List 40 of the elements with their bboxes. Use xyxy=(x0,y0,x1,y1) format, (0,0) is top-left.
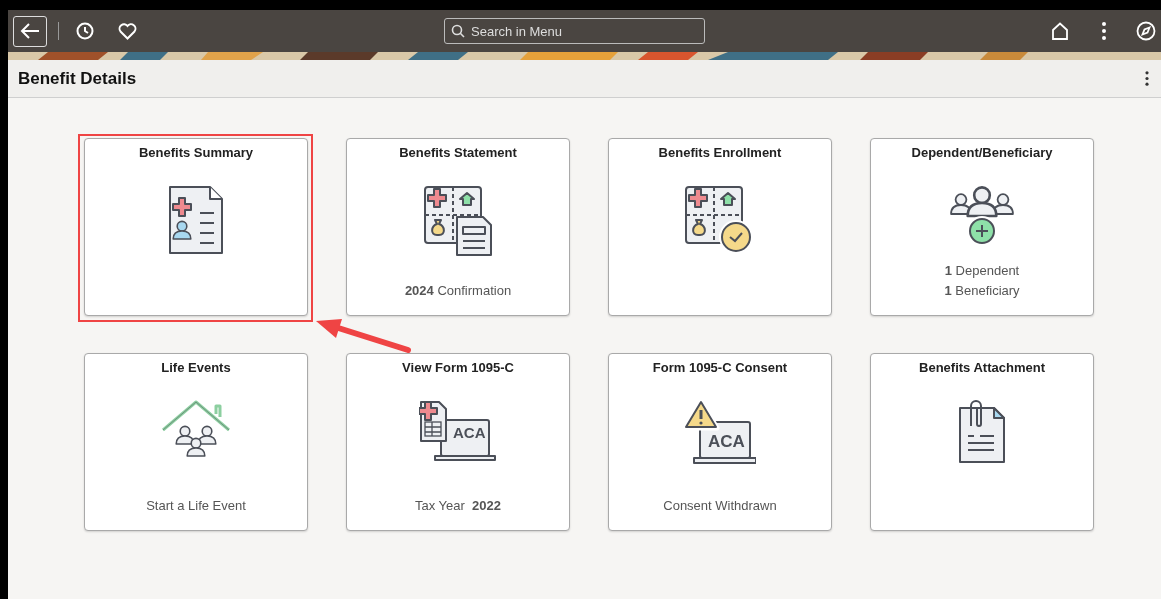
tile-title: Benefits Statement xyxy=(399,144,517,162)
tile-title: Benefits Summary xyxy=(138,144,254,162)
tile-title: Benefits Attachment xyxy=(919,359,1045,377)
tile[interactable]: Dependent/Beneficiary 1 Dependent 1 Beneficiary xyxy=(870,138,1094,316)
back-button[interactable] xyxy=(13,15,47,47)
tile-title: View Form 1095-C xyxy=(402,359,514,377)
search-field[interactable]: Search in Menu xyxy=(444,18,705,44)
attachment-doc-icon xyxy=(958,399,1006,464)
tile-subtitle: 1 Beneficiary xyxy=(944,283,1020,299)
tile-title: Life Events xyxy=(161,359,231,377)
tile[interactable]: Form 1095-C Consent ACA Consent Withdrawn xyxy=(608,353,832,531)
tile-subtitle: 2024 Confirmation xyxy=(404,283,512,299)
doc-person-icon xyxy=(168,184,224,255)
page-title: Benefit Details xyxy=(18,67,137,90)
tile-subtitle: Start a Life Event xyxy=(146,498,246,514)
tile[interactable]: Benefits Attachment xyxy=(870,353,1094,531)
search-icon xyxy=(451,24,465,38)
icon-label: ACA xyxy=(708,432,745,450)
tile-title: Form 1095-C Consent xyxy=(652,359,788,377)
tile[interactable]: Life Events Start a Life Event xyxy=(84,353,308,531)
tile-title: Dependent/Beneficiary xyxy=(911,144,1053,162)
doc-laptop-icon xyxy=(419,399,497,464)
more-options-icon[interactable] xyxy=(1145,71,1149,86)
people-add-icon xyxy=(947,184,1017,247)
more-options-icon[interactable] xyxy=(1102,22,1106,40)
benefit-grid-doc-icon xyxy=(423,184,493,257)
compass-icon[interactable] xyxy=(1136,21,1156,41)
tile-title: Benefits Enrollment xyxy=(658,144,782,162)
tile[interactable]: Benefits Statement 2024 Confirmation xyxy=(346,138,570,316)
house-family-icon xyxy=(161,399,231,460)
heart-icon[interactable] xyxy=(118,22,137,40)
icon-label: ACA xyxy=(453,424,486,440)
tile-subtitle: Consent Withdrawn xyxy=(663,498,777,514)
tile[interactable]: View Form 1095-C ACA Tax Year 2022 xyxy=(346,353,570,531)
home-icon[interactable] xyxy=(1051,22,1069,40)
back-arrow-icon xyxy=(20,22,40,40)
tile[interactable]: Benefits Enrollment xyxy=(608,138,832,316)
tile-subtitle: Tax Year 2022 xyxy=(415,498,501,514)
clock-icon[interactable] xyxy=(76,22,94,40)
tile-subtitle: 1 Dependent xyxy=(944,263,1020,279)
